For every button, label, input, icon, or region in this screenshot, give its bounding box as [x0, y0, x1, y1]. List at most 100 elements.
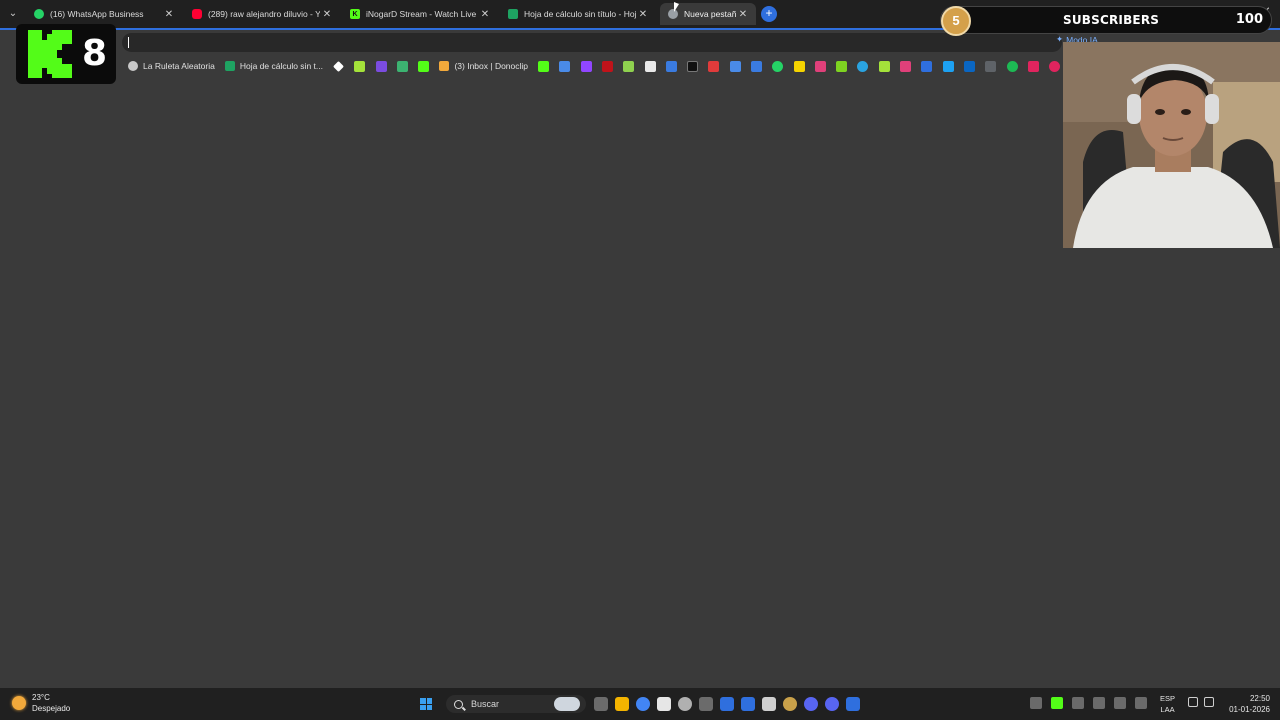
tab-search-chevron-icon[interactable]: ⌄ [4, 6, 22, 22]
tab-sheets[interactable]: Hoja de cálculo sin título - Hoja ✕ [500, 3, 656, 25]
mouse-cursor-icon [674, 2, 679, 12]
tab-kick-stream[interactable]: K iNogarD Stream - Watch Live o ✕ [342, 3, 498, 25]
spotify-icon[interactable] [1006, 60, 1018, 72]
language-indicator[interactable]: ESP LAA [1160, 693, 1175, 715]
kick-count: 8 [82, 33, 108, 74]
bookmark-icon[interactable] [333, 60, 344, 72]
tab-title: Nueva pestaña [684, 9, 736, 19]
bookmark-sheets[interactable]: Hoja de cálculo sin t... [224, 61, 323, 71]
taskbar-center: Buscar [420, 695, 867, 713]
new-tab-button[interactable]: + [761, 6, 777, 22]
twitter-icon[interactable] [942, 60, 954, 72]
linkedin-icon[interactable] [963, 60, 975, 72]
tab-title: Hoja de cálculo sin título - Hoja [524, 9, 636, 19]
windows-start-icon[interactable] [420, 698, 432, 710]
bookmark-icon[interactable] [623, 60, 635, 72]
bookmark-icon[interactable] [878, 60, 890, 72]
tray-icon[interactable] [1093, 697, 1105, 709]
bookmark-icon[interactable] [687, 60, 699, 72]
system-tray [1030, 697, 1147, 709]
youtube-icon [192, 9, 202, 19]
bookmark-label: (3) Inbox | Donoclip [454, 61, 529, 71]
webcam-person-image [1063, 42, 1280, 248]
taskbar-search[interactable]: Buscar [446, 695, 586, 713]
bookmark-icon[interactable] [793, 60, 805, 72]
close-tab-icon[interactable]: ✕ [162, 9, 176, 20]
search-placeholder: Buscar [471, 699, 500, 709]
bookmark-donoclip[interactable]: (3) Inbox | Donoclip [439, 61, 528, 71]
webcam-feed [1063, 42, 1280, 248]
clock[interactable]: 22:50 01-01-2026 [1222, 693, 1270, 715]
tab-title: (16) WhatsApp Business [50, 9, 144, 19]
bookmark-icon[interactable] [921, 60, 933, 72]
app-icon[interactable] [678, 697, 692, 711]
close-tab-icon[interactable]: ✕ [320, 9, 334, 20]
youtube-icon[interactable] [1027, 60, 1039, 72]
windows-taskbar: 23°C Despejado Buscar ESP LAA 22:50 01-0… [0, 688, 1280, 720]
subscriber-current-count: 5 [941, 6, 971, 36]
tab-title: (289) raw alejandro diluvio - Yo [208, 9, 320, 19]
search-icon[interactable] [985, 60, 997, 72]
language-layout: LAA [1160, 705, 1175, 714]
chrome-icon[interactable] [636, 697, 650, 711]
bookmark-icon[interactable] [900, 60, 912, 72]
bookmarks-bar: La Ruleta Aleatoria Hoja de cálculo sin … [0, 56, 1070, 76]
tray-icon[interactable] [1051, 697, 1063, 709]
bookmark-ruleta[interactable]: La Ruleta Aleatoria [128, 61, 215, 71]
app-icon[interactable] [783, 697, 797, 711]
subscriber-goal: 100 [1235, 12, 1263, 27]
app-icon[interactable] [846, 697, 860, 711]
microphone-icon[interactable] [1135, 697, 1147, 709]
bookmark-icon[interactable] [375, 60, 387, 72]
bookmark-icon[interactable] [1049, 60, 1061, 72]
bookmark-icon[interactable] [601, 60, 613, 72]
whatsapp-icon[interactable] [772, 60, 784, 72]
tab-youtube[interactable]: (289) raw alejandro diluvio - Yo ✕ [184, 3, 340, 25]
tab-whatsapp[interactable]: (16) WhatsApp Business ✕ [26, 3, 182, 25]
close-tab-icon[interactable]: ✕ [736, 9, 750, 20]
bookmark-icon[interactable] [665, 60, 677, 72]
kick-overlay-badge: 8 [16, 24, 116, 84]
bookmark-icon[interactable] [708, 60, 720, 72]
bookmark-icon[interactable] [836, 60, 848, 72]
app-icon[interactable] [720, 697, 734, 711]
address-bar[interactable] [122, 33, 1062, 52]
steam-icon[interactable] [741, 697, 755, 711]
tray-icon[interactable] [1030, 697, 1042, 709]
kick-bookmark-icon[interactable] [418, 60, 430, 72]
discord-icon[interactable] [804, 697, 818, 711]
tab-title: iNogarD Stream - Watch Live o [366, 9, 478, 19]
close-tab-icon[interactable]: ✕ [636, 9, 650, 20]
bookmark-icon[interactable] [396, 60, 408, 72]
capcut-icon[interactable] [762, 697, 776, 711]
kick-icon: K [350, 9, 360, 19]
bookmark-icon[interactable] [559, 60, 571, 72]
bookmark-icon[interactable] [644, 60, 656, 72]
network-icon [1188, 697, 1198, 707]
tray-icon[interactable] [1072, 697, 1084, 709]
language-code: ESP [1160, 694, 1176, 703]
file-explorer-icon[interactable] [615, 697, 629, 711]
bookmark-icon[interactable] [751, 60, 762, 72]
subscriber-goal-bar: 5 SUBSCRIBERS 100 [940, 6, 1272, 36]
subscriber-label: SUBSCRIBERS [1063, 13, 1160, 27]
bookmark-icon[interactable] [538, 60, 550, 72]
clock-date: 01-01-2026 [1229, 705, 1270, 714]
clock-time: 22:50 [1249, 694, 1270, 703]
weather-temp: 23°C [32, 693, 50, 702]
app-icon[interactable] [699, 697, 713, 711]
bookmark-icon[interactable] [354, 60, 366, 72]
bookmark-icon[interactable] [814, 60, 826, 72]
network-volume-tray[interactable] [1188, 697, 1214, 707]
steam-tray-icon[interactable] [1114, 697, 1126, 709]
app-icon[interactable] [657, 697, 671, 711]
obs-icon[interactable] [825, 697, 839, 711]
task-view-icon[interactable] [594, 697, 608, 711]
twitch-icon[interactable] [580, 60, 592, 72]
close-tab-icon[interactable]: ✕ [478, 9, 492, 20]
messenger-icon[interactable] [729, 60, 741, 72]
telegram-icon[interactable] [857, 60, 869, 72]
text-caret [128, 37, 129, 48]
whatsapp-icon [34, 9, 44, 19]
weather-widget[interactable]: 23°C Despejado [12, 692, 70, 714]
